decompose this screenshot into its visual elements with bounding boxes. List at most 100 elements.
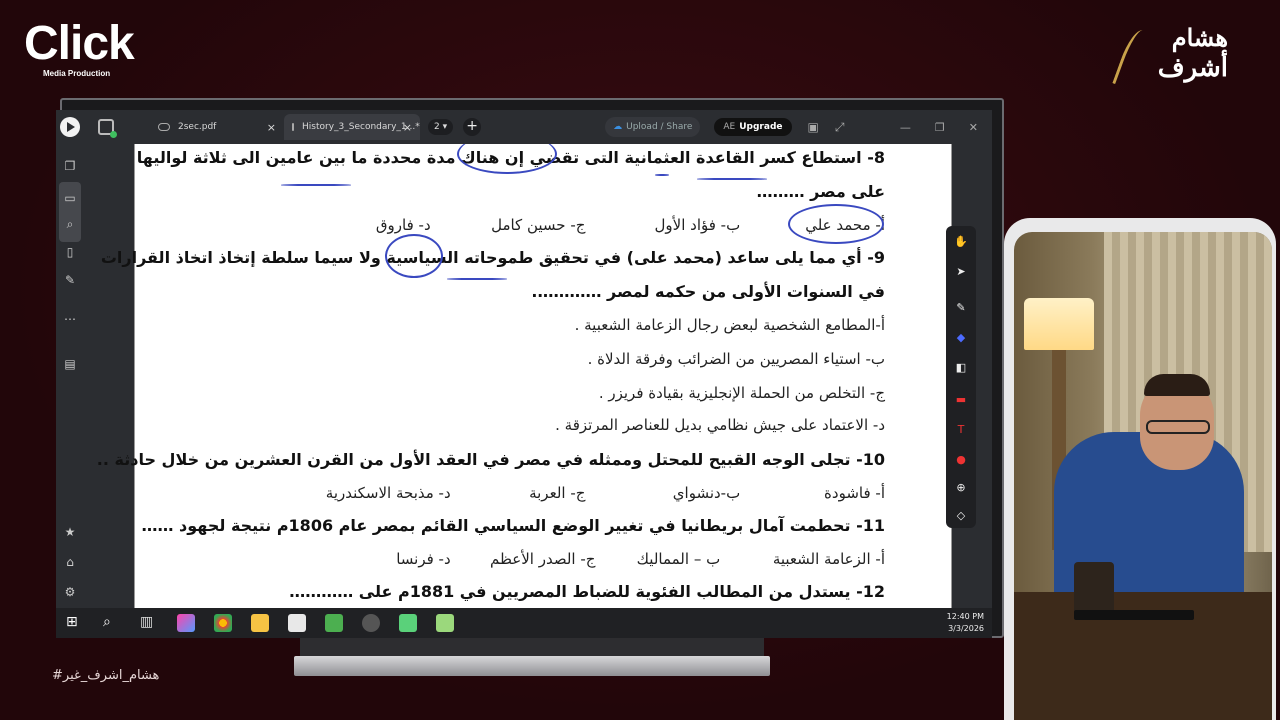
pen-icon[interactable]: ✎ [953,300,969,316]
app-titlebar: 2sec.pdf × History_3_Secondary_1...* × 2… [56,110,992,144]
pointer-icon[interactable]: ➤ [953,264,969,280]
tablet [1074,610,1194,620]
clock-date: 3/3/2026 [948,624,984,633]
monitor-stand [294,656,770,676]
pages-icon[interactable]: ❐ [62,158,78,174]
lantern [1074,562,1114,614]
share-screen-icon[interactable]: ▣ [808,120,819,134]
more-icon[interactable]: … [62,308,78,324]
chrome-icon[interactable] [214,614,232,632]
annotation-circle [457,144,557,174]
annotation-toolbar: ✋ ➤ ✎ ◆ ◧ ▬ T ● ⊕ ◇ [946,226,976,528]
annotation-underline [655,174,669,176]
comment-icon[interactable]: ● [953,452,969,468]
file-explorer-icon[interactable] [251,614,269,632]
option: د- فاروق [375,216,431,234]
stamp-icon[interactable]: ▬ [953,392,969,408]
host-logo: هشام أشرف [1112,24,1228,104]
question-8-cont: على مصر ……… [756,182,885,201]
search-icon[interactable]: ⌕ [103,614,121,632]
app-icon[interactable] [436,614,454,632]
hand-icon[interactable]: ✋ [953,234,969,250]
upgrade-label: Upgrade [739,122,783,132]
upload-label: Upload / Share [626,122,693,132]
app-icon[interactable] [325,614,343,632]
phone-frame [1004,218,1276,720]
question-11: 11- تحطمت آمال بريطانيا في تغيير الوضع ا… [141,516,885,535]
eraser-icon[interactable]: ◧ [953,360,969,376]
highlighter-icon[interactable]: ◆ [953,330,969,346]
copilot-icon[interactable] [177,614,195,632]
question-9-option-d: د- الاعتماد على جيش نظامي بديل للعناصر ا… [555,416,885,434]
task-view-icon[interactable]: ▥ [140,614,158,632]
window-close-icon[interactable]: ✕ [969,121,978,134]
upload-share-button[interactable]: ☁ Upload / Share [605,117,701,137]
cloud-icon [158,123,170,131]
book-icon[interactable]: ▭ [62,190,78,206]
sign-icon[interactable]: ✎ [62,272,78,288]
option: ج- الصدر الأعظم [489,550,596,568]
windows-start-icon[interactable]: ⊞ [66,614,84,632]
clock-time: 12:40 PM [946,612,984,621]
presenter-glasses [1146,420,1210,434]
question-10-options: أ- فاشودة ب-دنشواي ج- العربة د- مذبحة ال… [301,484,885,502]
system-clock[interactable]: 12:40 PM 3/3/2026 [947,611,984,635]
annotation-underline [447,278,507,280]
store-icon[interactable] [288,614,306,632]
star-icon[interactable]: ★ [62,524,78,540]
option: ب- فؤاد الأول [654,216,741,234]
option: د- فرنسا [396,550,451,568]
text-icon[interactable]: T [953,422,969,438]
tab-2sec[interactable]: 2sec.pdf × [150,114,284,140]
question-9-option-b: ب- استياء المصريين من الضرائب وفرقة الدل… [587,350,885,368]
cloud-upload-icon: ☁ [613,122,623,132]
bookmark-icon[interactable]: ▯ [62,244,78,260]
annotation-underline [697,178,767,180]
option: أ- فاشودة [824,484,885,502]
annotation-underline [281,184,351,186]
obs-icon[interactable] [362,614,380,632]
presenter-hair [1144,374,1210,396]
question-9-cont: في السنوات الأولى من حكمه لمصر …………. [531,282,885,301]
new-tab-button[interactable]: + [463,118,482,136]
brand-subtitle: Media Production [43,69,111,78]
option: ج- حسين كامل [491,216,586,234]
app-icon[interactable] [399,614,417,632]
export-icon[interactable]: ▤ [62,356,78,372]
option: ب-دنشواي [672,484,741,502]
option: ج- العربة [529,484,586,502]
taskbar: ⊞ ⌕ ▥ 12:40 PM 3/3/2026 [56,608,992,638]
close-icon[interactable]: × [267,121,276,134]
option: د- مذبحة الاسكندرية [325,484,451,502]
document-viewport[interactable]: 8- استطاع كسر القاعدة العثمانية التى تقض… [84,144,992,608]
tab-count: 2 [434,122,440,132]
learn-icon[interactable]: ⌂ [62,554,78,570]
monitor-neck [300,638,764,658]
brand-word: Click [24,17,135,70]
close-icon[interactable]: × [403,121,412,134]
collapse-icon[interactable]: ◇ [953,508,969,524]
sync-icon[interactable] [98,119,117,138]
upgrade-button[interactable]: AE Upgrade [714,118,792,136]
document-page: 8- استطاع كسر القاعدة العثمانية التى تقض… [97,144,952,608]
lamp-shade [1024,298,1094,350]
add-tool-icon[interactable]: ⊕ [953,480,969,496]
maximize-icon[interactable]: ❐ [935,121,945,134]
cloud-icon [292,123,294,131]
question-12: 12- يستدل من المطالب الفئوية للضباط المص… [289,582,885,601]
ae-badge: AE [723,122,736,132]
app-logo-icon[interactable] [60,117,80,137]
expand-icon[interactable]: ⤢ [835,120,845,135]
question-9: 9- أي مما يلى ساعد (محمد على) في تحقيق ط… [100,248,885,267]
hashtag: #هشام_اشرف_غير [52,668,160,683]
left-sidebar: ❐ ▭ ⌕ ▯ ✎ … ▤ ★ ⌂ ⚙ [56,144,84,608]
tab-count-dropdown[interactable]: 2 ▾ [428,119,454,135]
option: أ- الزعامة الشعبية [772,550,885,568]
question-10: 10- تجلى الوجه القبيح للمحتل وممثله في م… [96,450,885,469]
settings-icon[interactable]: ⚙ [62,584,78,600]
presenter-video [1014,232,1272,720]
tab-history[interactable]: History_3_Secondary_1...* × [284,114,420,140]
minimize-icon[interactable]: — [900,121,911,134]
annotation-circle [385,234,443,278]
search-icon[interactable]: ⌕ [62,216,78,232]
